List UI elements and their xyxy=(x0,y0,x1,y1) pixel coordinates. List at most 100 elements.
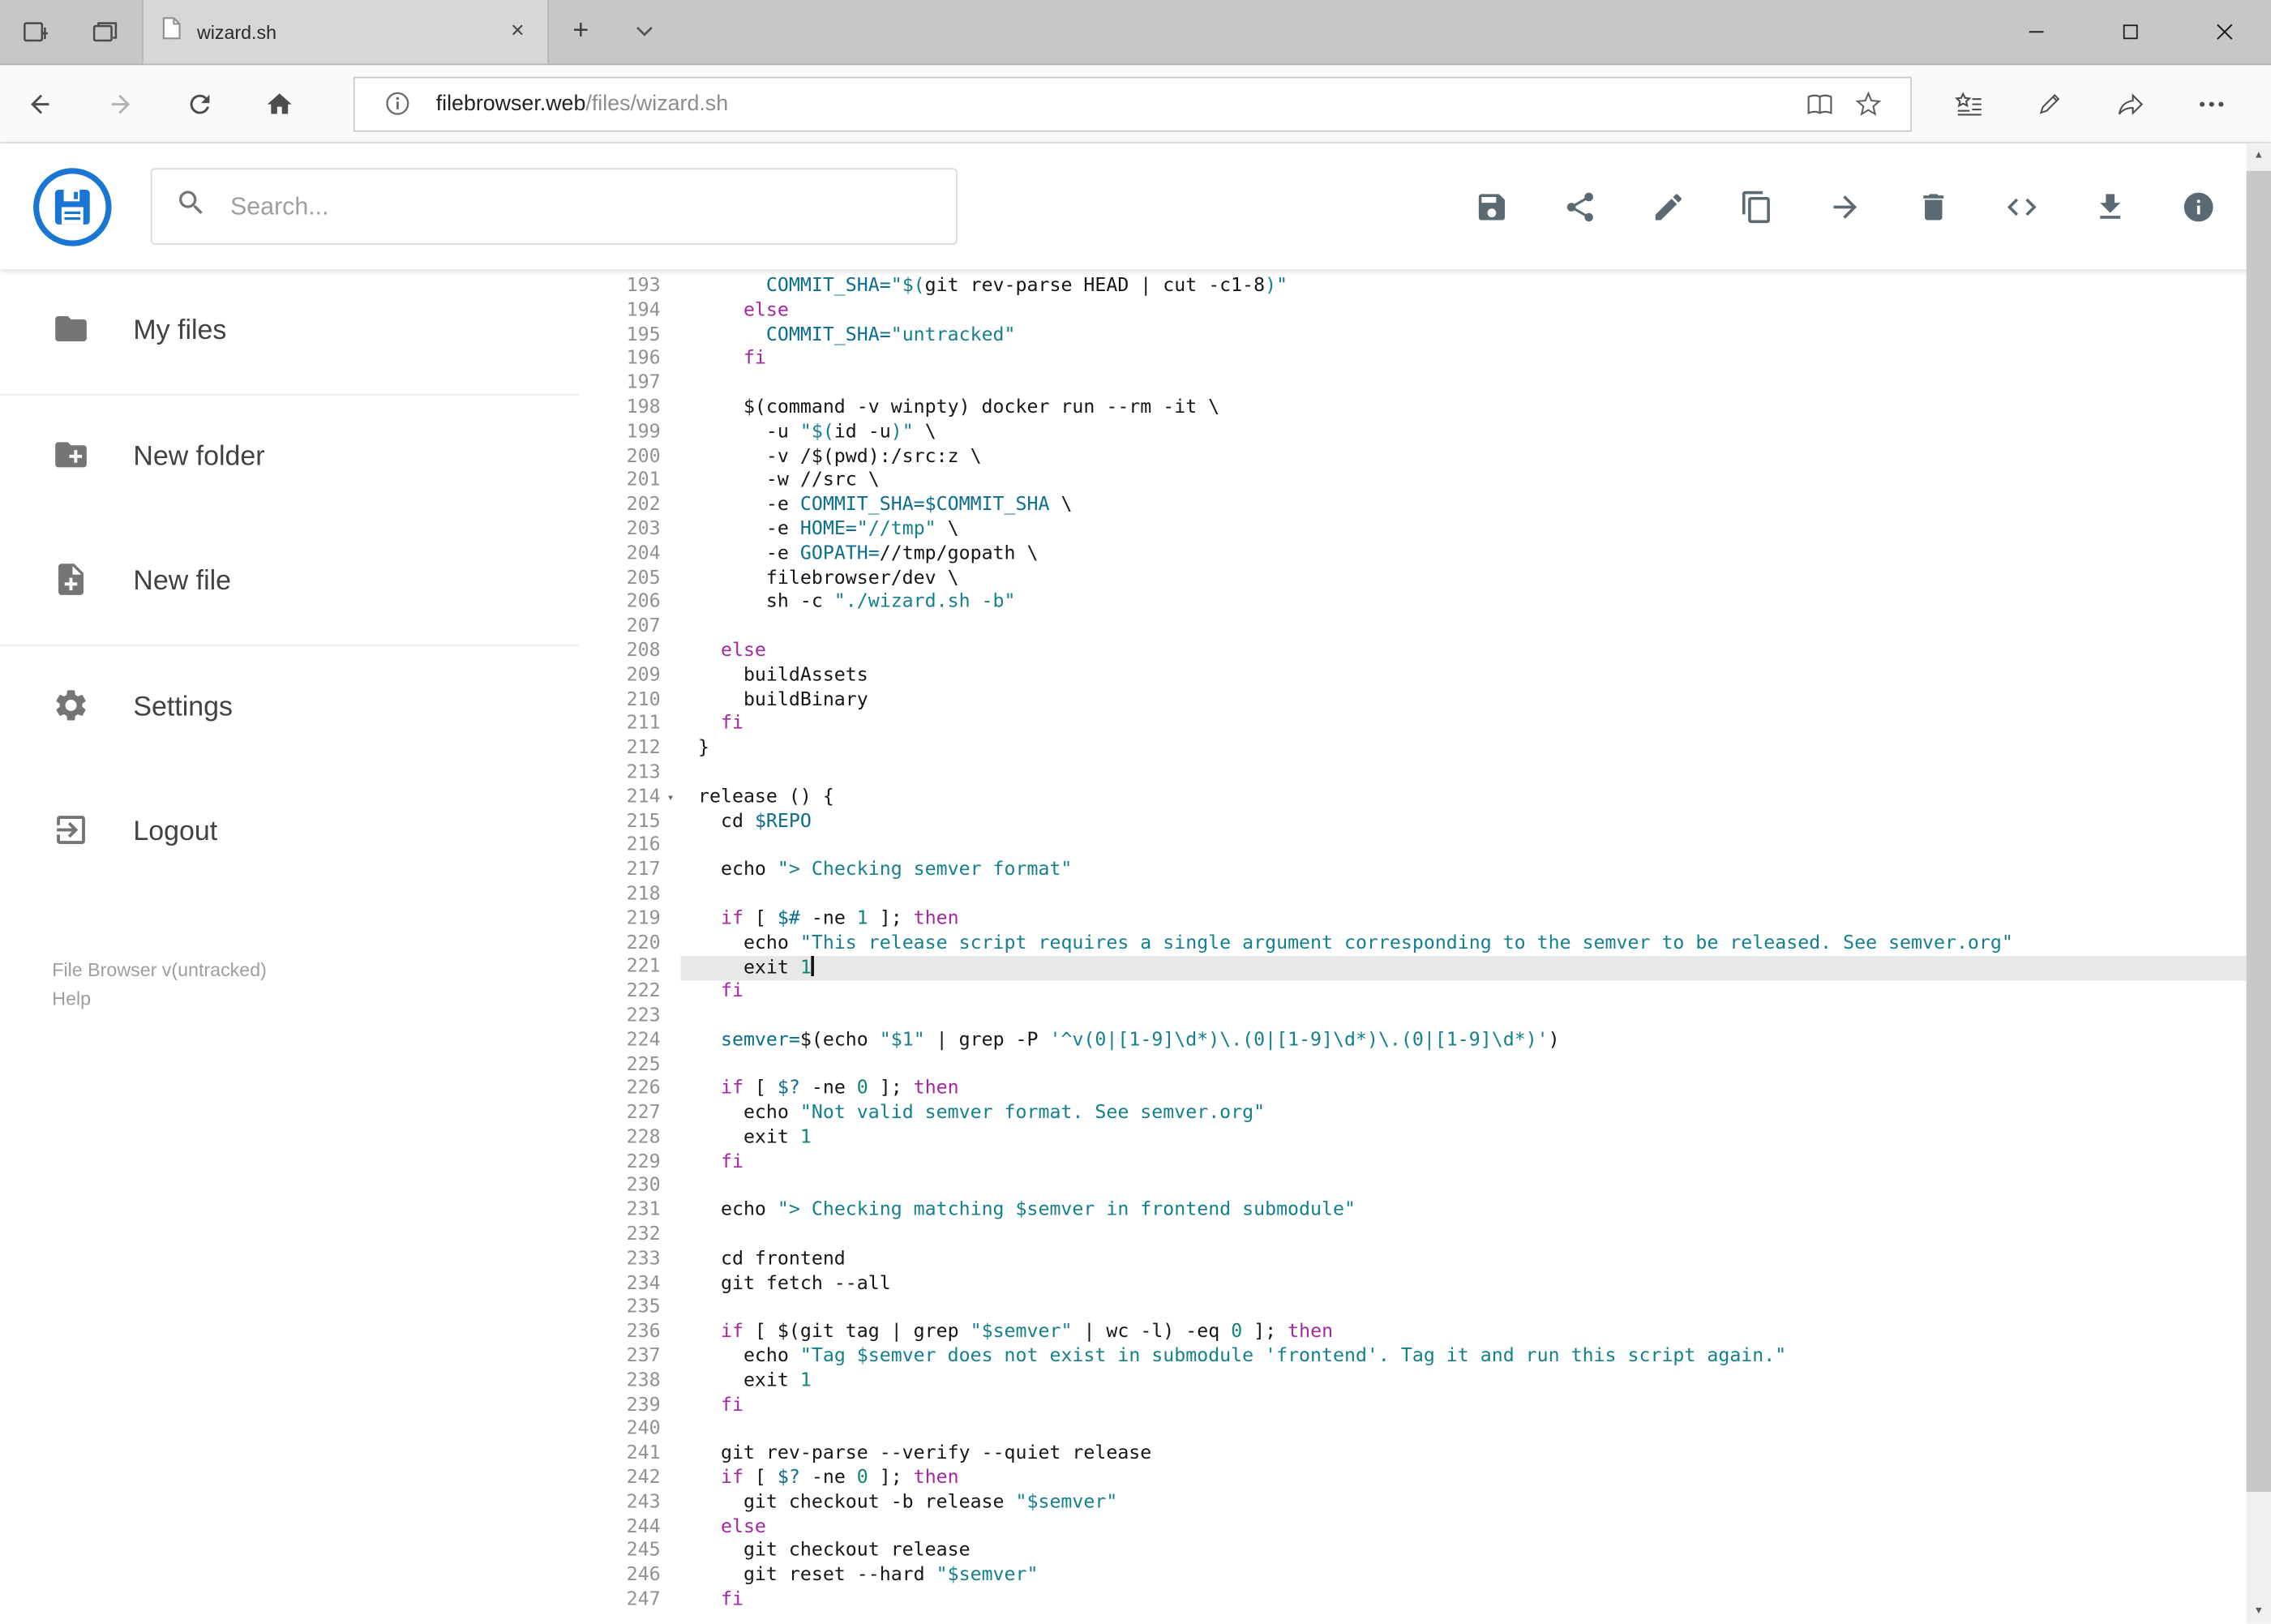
code-line[interactable]: 232 xyxy=(580,1224,2271,1249)
download-icon[interactable] xyxy=(2093,189,2127,224)
browser-tab[interactable]: wizard.sh × xyxy=(143,0,550,64)
code-line[interactable]: 246 git reset --hard "$semver" xyxy=(580,1565,2271,1589)
tab-preview-chevron-icon[interactable] xyxy=(613,0,677,64)
code-line[interactable]: 221 exit 1 xyxy=(580,956,2271,981)
code-line[interactable]: 213 xyxy=(580,762,2271,786)
code-line[interactable]: 204 -e GOPATH=//tmp/gopath \ xyxy=(580,542,2271,567)
favorite-star-icon[interactable] xyxy=(1844,79,1893,128)
code-line[interactable]: 234 git fetch --all xyxy=(580,1273,2271,1297)
code-line[interactable]: 218 xyxy=(580,884,2271,908)
code-line[interactable]: 231 echo "> Checking matching $semver in… xyxy=(580,1200,2271,1224)
share-icon[interactable] xyxy=(1562,189,1597,224)
help-link[interactable]: Help xyxy=(52,985,579,1014)
code-line[interactable]: 209 buildAssets xyxy=(580,664,2271,688)
hub-icon[interactable] xyxy=(1938,64,1999,142)
search-input[interactable] xyxy=(227,190,933,223)
move-icon[interactable] xyxy=(1828,189,1862,224)
new-tab-button[interactable]: + xyxy=(549,0,613,64)
refresh-icon[interactable] xyxy=(159,64,238,142)
code-line[interactable]: 230 xyxy=(580,1176,2271,1200)
code-line[interactable]: 203 -e HOME="//tmp" \ xyxy=(580,518,2271,542)
code-line[interactable]: 247 fi xyxy=(580,1589,2271,1613)
code-line[interactable]: 202 -e COMMIT_SHA=$COMMIT_SHA \ xyxy=(580,494,2271,518)
code-line[interactable]: 201 -w //src \ xyxy=(580,469,2271,494)
tab-preview-icon[interactable] xyxy=(81,7,131,57)
sidebar-item-new-file[interactable]: New file xyxy=(0,520,580,645)
code-line[interactable]: 216 xyxy=(580,835,2271,859)
home-icon[interactable] xyxy=(239,64,319,142)
reading-view-icon[interactable] xyxy=(1794,79,1844,128)
minimize-button[interactable] xyxy=(1989,0,2083,64)
code-line[interactable]: 199 -u "$(id -u)" \ xyxy=(580,421,2271,445)
code-line[interactable]: 219 if [ $# -ne 1 ]; then xyxy=(580,908,2271,932)
tab-close-button[interactable]: × xyxy=(505,19,530,44)
code-line[interactable]: 228 exit 1 xyxy=(580,1127,2271,1151)
code-line[interactable]: 196 fi xyxy=(580,348,2271,372)
scrollbar-thumb[interactable] xyxy=(2246,170,2271,1492)
more-icon[interactable] xyxy=(2181,64,2242,142)
code-line[interactable]: 200 -v /$(pwd):/src:z \ xyxy=(580,445,2271,469)
save-icon[interactable] xyxy=(1475,189,1510,224)
sidebar-item-my-files[interactable]: My files xyxy=(0,269,580,394)
scrollbar[interactable]: ▲ ▼ xyxy=(2246,143,2271,1624)
code-line[interactable]: 227 echo "Not valid semver format. See s… xyxy=(580,1103,2271,1127)
code-line[interactable]: 237 echo "Tag $semver does not exist in … xyxy=(580,1346,2271,1370)
code-line[interactable]: 233 cd frontend xyxy=(580,1249,2271,1273)
fold-arrow-icon[interactable]: ▾ xyxy=(661,786,681,811)
copy-icon[interactable] xyxy=(1739,189,1774,224)
code-line[interactable]: 197 xyxy=(580,372,2271,396)
forward-icon[interactable] xyxy=(79,64,159,142)
share-icon[interactable] xyxy=(2100,64,2161,142)
code-line[interactable]: 211 fi xyxy=(580,713,2271,737)
scrollbar-down-arrow[interactable]: ▼ xyxy=(2247,1599,2271,1623)
code-line[interactable]: 244 else xyxy=(580,1516,2271,1540)
code-line[interactable]: 208 else xyxy=(580,640,2271,664)
code-line[interactable]: 195 COMMIT_SHA="untracked" xyxy=(580,324,2271,348)
address-bar[interactable]: filebrowser.web/files/wizard.sh xyxy=(353,75,1912,131)
info-icon[interactable] xyxy=(2181,189,2216,224)
code-line[interactable]: 217 echo "> Checking semver format" xyxy=(580,859,2271,884)
set-tabs-aside-icon[interactable] xyxy=(11,7,61,57)
code-line[interactable]: 225 xyxy=(580,1054,2271,1078)
sidebar-item-new-folder[interactable]: New folder xyxy=(0,396,580,521)
code-icon[interactable] xyxy=(2004,189,2039,224)
code-line[interactable]: 206 sh -c "./wizard.sh -b" xyxy=(580,591,2271,615)
line-number: 236 xyxy=(626,1321,661,1343)
code-line[interactable]: 205 filebrowser/dev \ xyxy=(580,567,2271,591)
code-line[interactable]: 235 xyxy=(580,1297,2271,1322)
code-line[interactable]: 222 fi xyxy=(580,981,2271,1005)
scrollbar-up-arrow[interactable]: ▲ xyxy=(2247,144,2271,168)
search-box[interactable] xyxy=(150,168,958,245)
code-line[interactable]: 220 echo "This release script requires a… xyxy=(580,932,2271,957)
code-line[interactable]: 238 exit 1 xyxy=(580,1370,2271,1395)
code-line[interactable]: 194 else xyxy=(580,299,2271,324)
code-line[interactable]: 224 semver=$(echo "$1" | grep -P '^v(0|[… xyxy=(580,1030,2271,1054)
code-editor[interactable]: 193 COMMIT_SHA="$(git rev-parse HEAD | c… xyxy=(580,269,2271,1623)
code-line[interactable]: 229 fi xyxy=(580,1151,2271,1176)
code-line[interactable]: 236 if [ $(git tag | grep "$semver" | wc… xyxy=(580,1322,2271,1346)
code-line[interactable]: 242 if [ $? -ne 0 ]; then xyxy=(580,1468,2271,1492)
back-icon[interactable] xyxy=(0,64,79,142)
code-line[interactable]: 223 xyxy=(580,1005,2271,1030)
delete-icon[interactable] xyxy=(1916,189,1951,224)
code-line[interactable]: 245 git checkout release xyxy=(580,1540,2271,1565)
code-line[interactable]: 241 git rev-parse --verify --quiet relea… xyxy=(580,1443,2271,1468)
code-line[interactable]: 212} xyxy=(580,738,2271,762)
close-button[interactable] xyxy=(2177,0,2271,64)
web-note-pen-icon[interactable] xyxy=(2019,64,2080,142)
sidebar-item-logout[interactable]: Logout xyxy=(0,770,580,895)
code-line[interactable]: 239 fi xyxy=(580,1395,2271,1419)
edit-icon[interactable] xyxy=(1651,189,1686,224)
code-line[interactable]: 243 git checkout -b release "$semver" xyxy=(580,1492,2271,1516)
sidebar-item-settings[interactable]: Settings xyxy=(0,646,580,771)
code-line[interactable]: 240 xyxy=(580,1419,2271,1443)
code-line[interactable]: 214 ▾ release () { xyxy=(580,786,2271,811)
code-line[interactable]: 198 $(command -v winpty) docker run --rm… xyxy=(580,396,2271,421)
code-line[interactable]: 215 cd $REPO xyxy=(580,811,2271,835)
code-line[interactable]: 207 xyxy=(580,615,2271,640)
maximize-button[interactable] xyxy=(2083,0,2177,64)
code-line[interactable]: 226 if [ $? -ne 0 ]; then xyxy=(580,1078,2271,1103)
site-info-icon[interactable] xyxy=(372,79,422,128)
code-line[interactable]: 193 COMMIT_SHA="$(git rev-parse HEAD | c… xyxy=(580,275,2271,299)
code-line[interactable]: 210 buildBinary xyxy=(580,688,2271,713)
